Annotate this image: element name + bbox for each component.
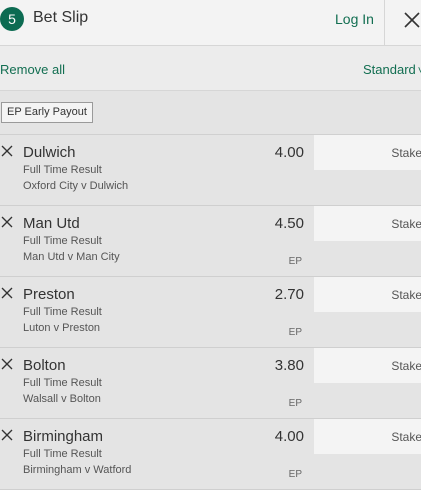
selection-odds: 4.00 (274, 144, 304, 161)
stake-input[interactable] (314, 419, 421, 454)
bet-slip-header: 5 Bet Slip Log In (0, 0, 421, 46)
selection-name: Dulwich (23, 144, 76, 161)
remove-selection-icon[interactable] (0, 215, 14, 229)
ep-tag: EP (288, 256, 302, 267)
stake-field-wrapper (314, 419, 421, 454)
ep-tag: EP (288, 469, 302, 480)
selection-name: Birmingham (23, 428, 104, 445)
selection-odds: 3.80 (274, 357, 304, 374)
remove-selection-icon[interactable] (0, 428, 14, 442)
market-name: Full Time Result (23, 377, 102, 389)
market-name: Full Time Result (23, 448, 102, 460)
selection-item: Preston Full Time Result Luton v Preston… (0, 277, 421, 348)
market-name: Full Time Result (23, 164, 102, 176)
selection-odds: 4.00 (274, 428, 304, 445)
selection-item: Birmingham Full Time Result Birmingham v… (0, 419, 421, 490)
selection-item: Bolton Full Time Result Walsall v Bolton… (0, 348, 421, 419)
stake-input[interactable] (314, 206, 421, 241)
selection-odds: 2.70 (274, 286, 304, 303)
early-payout-badge[interactable]: EP Early Payout (1, 102, 93, 123)
stake-field-wrapper (314, 135, 421, 170)
selection-odds: 4.50 (274, 215, 304, 232)
stake-input[interactable] (314, 348, 421, 383)
stake-field-wrapper (314, 206, 421, 241)
close-icon (404, 12, 420, 28)
stake-field-wrapper (314, 277, 421, 312)
selection-name: Bolton (23, 357, 66, 374)
remove-selection-icon[interactable] (0, 357, 14, 371)
stake-field-wrapper (314, 348, 421, 383)
login-button[interactable]: Log In (335, 11, 374, 27)
market-name: Full Time Result (23, 235, 102, 247)
selection-item: Dulwich Full Time Result Oxford City v D… (0, 135, 421, 206)
event-name: Man Utd v Man City (23, 251, 120, 263)
filter-area: EP Early Payout (0, 91, 421, 135)
event-name: Oxford City v Dulwich (23, 180, 129, 192)
selection-name: Man Utd (23, 215, 80, 232)
event-name: Luton v Preston (23, 322, 101, 334)
stake-input[interactable] (314, 135, 421, 170)
stake-input[interactable] (314, 277, 421, 312)
event-name: Birmingham v Watford (23, 464, 132, 476)
selection-item: Man Utd Full Time Result Man Utd v Man C… (0, 206, 421, 277)
remove-all-button[interactable]: Remove all (0, 62, 65, 77)
remove-selection-icon[interactable] (0, 144, 14, 158)
ep-tag: EP (288, 327, 302, 338)
selection-list: Dulwich Full Time Result Oxford City v D… (0, 135, 421, 490)
selection-count-badge: 5 (0, 7, 24, 31)
selection-name: Preston (23, 286, 75, 303)
ep-tag: EP (288, 398, 302, 409)
bet-type-label: Standard (363, 62, 416, 77)
close-button[interactable] (384, 0, 421, 45)
remove-selection-icon[interactable] (0, 286, 14, 300)
event-name: Walsall v Bolton (23, 393, 101, 405)
bet-slip-controls: Remove all Standard ˅ (0, 46, 421, 91)
market-name: Full Time Result (23, 306, 102, 318)
bet-slip-title: Bet Slip (33, 9, 89, 26)
bet-type-dropdown[interactable]: Standard ˅ (363, 62, 421, 77)
